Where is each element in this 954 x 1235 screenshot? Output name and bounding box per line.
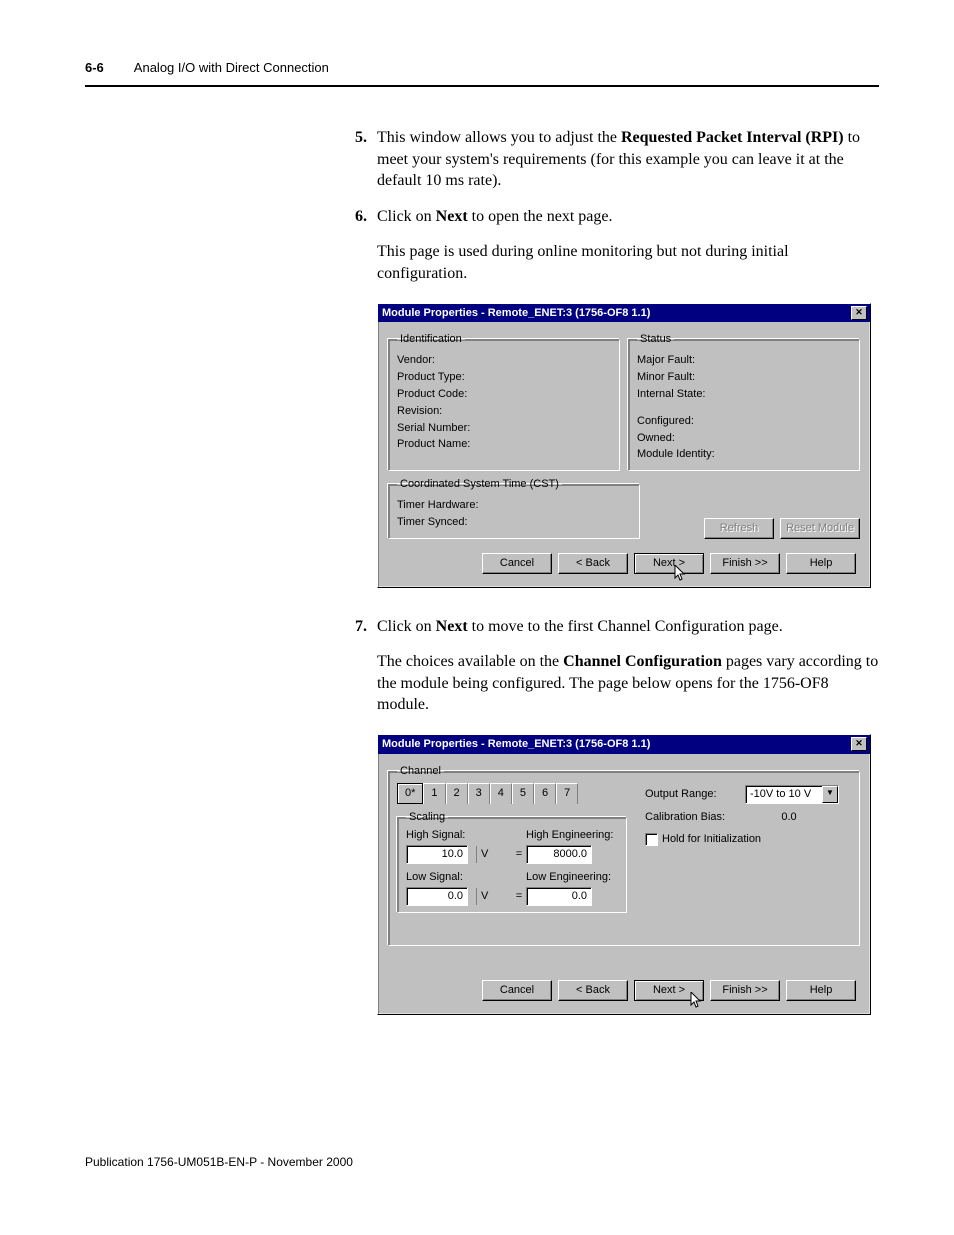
step-7-para-bold: Channel Configuration [563, 653, 722, 670]
product-type-label: Product Type: [397, 370, 611, 385]
equals-1: = [512, 847, 526, 862]
minor-fault-label: Minor Fault: [637, 370, 851, 385]
channel-tab-3[interactable]: 3 [468, 783, 490, 804]
close-icon[interactable]: ✕ [851, 737, 867, 751]
calibration-bias-label: Calibration Bias: [645, 810, 745, 825]
step-7: 7. Click on Next to move to the first Ch… [355, 616, 879, 638]
cst-legend: Coordinated System Time (CST) [397, 477, 562, 492]
product-code-label: Product Code: [397, 387, 611, 402]
low-engineering-input[interactable]: 0.0 [526, 887, 592, 906]
step-7-number: 7. [355, 616, 377, 638]
low-signal-input[interactable]: 0.0 [406, 887, 468, 906]
channel-tab-5[interactable]: 5 [512, 783, 534, 804]
help-button[interactable]: Help [786, 553, 856, 574]
step-7-text-a: Click on [377, 618, 436, 635]
high-signal-unit: V [476, 846, 512, 863]
scaling-group: Scaling High Signal: High Engineering: 1… [397, 810, 627, 913]
hold-init-checkbox[interactable] [645, 833, 658, 846]
status-legend: Status [637, 332, 674, 347]
finish-button[interactable]: Finish >> [710, 553, 780, 574]
channel-tab-1[interactable]: 1 [423, 783, 445, 804]
step-7-bold: Next [436, 618, 468, 635]
step-6-text-b: to open the next page. [468, 208, 613, 225]
major-fault-label: Major Fault: [637, 353, 851, 368]
step-5: 5. This window allows you to adjust the … [355, 127, 879, 192]
channel-tab-7[interactable]: 7 [556, 783, 578, 804]
channel-tab-4[interactable]: 4 [490, 783, 512, 804]
low-signal-label: Low Signal: [406, 866, 476, 885]
section-title: Analog I/O with Direct Connection [134, 60, 329, 75]
high-signal-input[interactable]: 10.0 [406, 845, 468, 864]
help-button[interactable]: Help [786, 980, 856, 1001]
hold-init-label: Hold for Initialization [662, 833, 761, 845]
low-engineering-label: Low Engineering: [526, 866, 616, 885]
step-6: 6. Click on Next to open the next page. [355, 206, 879, 228]
step-6-bold: Next [436, 208, 468, 225]
step-6-text-a: Click on [377, 208, 436, 225]
internal-state-label: Internal State: [637, 387, 851, 402]
channel-group: Channel 0* 1 2 3 4 5 6 7 [388, 764, 860, 946]
identification-group: Identification Vendor: Product Type: Pro… [388, 332, 620, 471]
configured-label: Configured: [637, 414, 851, 429]
cst-group: Coordinated System Time (CST) Timer Hard… [388, 477, 640, 539]
back-button[interactable]: < Back [558, 553, 628, 574]
timer-synced-label: Timer Synced: [397, 515, 631, 530]
low-signal-unit: V [476, 888, 512, 905]
dialog2-title: Module Properties - Remote_ENET:3 (1756-… [382, 737, 650, 752]
channel-tabs: 0* 1 2 3 4 5 6 7 [397, 783, 627, 804]
back-button[interactable]: < Back [558, 980, 628, 1001]
step-7-para-a: The choices available on the [377, 653, 563, 670]
step-5-bold: Requested Packet Interval (RPI) [621, 129, 844, 146]
serial-number-label: Serial Number: [397, 421, 611, 436]
high-engineering-input[interactable]: 8000.0 [526, 845, 592, 864]
scaling-legend: Scaling [406, 810, 448, 825]
vendor-label: Vendor: [397, 353, 611, 368]
next-button[interactable]: Next > [634, 980, 704, 1001]
step-6-number: 6. [355, 206, 377, 228]
step-7-text-b: to move to the first Channel Configurati… [468, 618, 783, 635]
close-icon[interactable]: ✕ [851, 306, 867, 320]
chevron-down-icon: ▼ [822, 786, 838, 803]
step-5-text-a: This window allows you to adjust the [377, 129, 621, 146]
channel-tab-0[interactable]: 0* [397, 783, 423, 804]
module-identity-label: Module Identity: [637, 447, 851, 462]
high-signal-label: High Signal: [406, 828, 476, 843]
dialog1-titlebar: Module Properties - Remote_ENET:3 (1756-… [378, 304, 870, 323]
dialog2-titlebar: Module Properties - Remote_ENET:3 (1756-… [378, 735, 870, 754]
publication-footer: Publication 1756-UM051B-EN-P - November … [85, 1155, 879, 1169]
hold-init-row[interactable]: Hold for Initialization [645, 832, 851, 847]
next-button[interactable]: Next > [634, 553, 704, 574]
output-range-select[interactable]: -10V to 10 V ▼ [745, 785, 839, 804]
dialog-module-properties-2: Module Properties - Remote_ENET:3 (1756-… [377, 734, 871, 1015]
header-divider [85, 85, 879, 87]
equals-2: = [512, 889, 526, 904]
identification-legend: Identification [397, 332, 465, 347]
cancel-button[interactable]: Cancel [482, 980, 552, 1001]
dialog-module-properties-1: Module Properties - Remote_ENET:3 (1756-… [377, 303, 871, 588]
reset-module-button[interactable]: Reset Module [780, 518, 860, 539]
revision-label: Revision: [397, 404, 611, 419]
timer-hardware-label: Timer Hardware: [397, 498, 631, 513]
refresh-button[interactable]: Refresh [704, 518, 774, 539]
step-5-number: 5. [355, 127, 377, 192]
channel-tab-2[interactable]: 2 [446, 783, 468, 804]
channel-tab-6[interactable]: 6 [534, 783, 556, 804]
calibration-bias-value: 0.0 [745, 810, 851, 825]
owned-label: Owned: [637, 431, 851, 446]
dialog1-title: Module Properties - Remote_ENET:3 (1756-… [382, 306, 650, 321]
finish-button[interactable]: Finish >> [710, 980, 780, 1001]
output-range-value: -10V to 10 V [746, 786, 822, 803]
page-number: 6-6 [85, 60, 104, 75]
high-engineering-label: High Engineering: [526, 828, 616, 843]
step-7-para: The choices available on the Channel Con… [377, 651, 879, 716]
product-name-label: Product Name: [397, 437, 611, 452]
channel-legend: Channel [397, 764, 444, 779]
cancel-button[interactable]: Cancel [482, 553, 552, 574]
status-group: Status Major Fault: Minor Fault: Interna… [628, 332, 860, 471]
output-range-label: Output Range: [645, 787, 745, 802]
step-6-para: This page is used during online monitori… [377, 241, 879, 284]
